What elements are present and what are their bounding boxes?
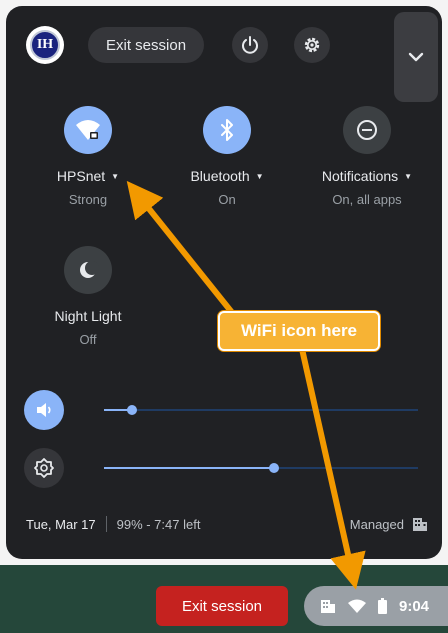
exit-session-button[interactable]: Exit session	[88, 27, 205, 63]
brightness-slider[interactable]	[104, 463, 418, 473]
brightness-slider-row	[24, 448, 418, 488]
wifi-lock-icon	[76, 120, 100, 140]
volume-icon	[37, 403, 51, 417]
enterprise-icon	[321, 600, 335, 613]
night-light-status: Off	[79, 332, 97, 347]
chevron-down-icon	[408, 52, 424, 62]
caret-down-icon: ▼	[404, 171, 413, 181]
enterprise-icon	[413, 518, 427, 531]
brightness-button	[24, 448, 64, 488]
managed-indicator[interactable]: Managed	[350, 516, 428, 532]
battery-icon	[378, 598, 387, 614]
clock: 9:04	[399, 597, 430, 615]
status-footer: Tue, Mar 17 99% - 7:47 left Managed	[26, 514, 428, 534]
night-light-label: Night Light	[54, 308, 122, 324]
brightness-slider-fill	[104, 467, 274, 469]
annotation-callout: WiFi icon here	[218, 311, 380, 351]
notifications-dropdown[interactable]: Notifications ▼	[302, 168, 432, 184]
divider	[105, 516, 107, 532]
network-label: HPSnet	[56, 168, 106, 184]
battery-status: 99% - 7:47 left	[116, 516, 201, 532]
shelf-exit-session-button[interactable]: Exit session	[156, 586, 288, 626]
caret-down-icon: ▼	[111, 171, 120, 181]
date-label[interactable]: Tue, Mar 17	[26, 517, 96, 532]
volume-slider-row	[24, 390, 418, 430]
tile-bluetooth: Bluetooth ▼ On	[162, 106, 292, 207]
settings-button[interactable]	[294, 27, 330, 63]
volume-slider[interactable]	[104, 405, 418, 415]
tile-notifications: Notifications ▼ On, all apps	[302, 106, 432, 207]
wifi-icon	[348, 599, 366, 613]
quick-settings-panel: IH Exit session HPSnet ▼ Strong Bluetoot…	[6, 6, 442, 559]
collapse-button[interactable]	[394, 12, 438, 102]
network-status: Strong	[68, 192, 108, 207]
caret-down-icon: ▼	[255, 171, 264, 181]
avatar-initials: IH	[30, 30, 60, 60]
brightness-icon	[34, 458, 54, 478]
night-light-icon	[80, 261, 99, 278]
notifications-toggle-button[interactable]	[343, 106, 391, 154]
network-dropdown[interactable]: HPSnet ▼	[23, 168, 153, 184]
bluetooth-icon	[221, 119, 233, 141]
tile-night-light: Night Light Off	[23, 246, 153, 347]
managed-label: Managed	[349, 516, 404, 532]
notifications-status: On, all apps	[332, 192, 402, 207]
avatar[interactable]: IH	[26, 26, 64, 64]
volume-slider-thumb[interactable]	[127, 405, 138, 415]
bluetooth-label: Bluetooth	[190, 168, 250, 184]
bluetooth-status: On	[218, 192, 236, 207]
brightness-slider-thumb[interactable]	[268, 463, 279, 473]
bluetooth-toggle-button[interactable]	[203, 106, 251, 154]
power-icon	[242, 36, 258, 54]
do-not-disturb-icon	[357, 120, 377, 140]
mute-button[interactable]	[24, 390, 64, 430]
night-light-toggle-button[interactable]	[64, 246, 112, 294]
notifications-label: Notifications	[321, 168, 399, 184]
gear-icon	[304, 37, 320, 53]
tile-network: HPSnet ▼ Strong	[23, 106, 153, 207]
top-bar: IH Exit session	[22, 12, 438, 102]
status-tray[interactable]: 9:04	[304, 586, 448, 626]
wifi-toggle-button[interactable]	[64, 106, 112, 154]
bluetooth-dropdown[interactable]: Bluetooth ▼	[162, 168, 292, 184]
power-button[interactable]	[232, 27, 268, 63]
